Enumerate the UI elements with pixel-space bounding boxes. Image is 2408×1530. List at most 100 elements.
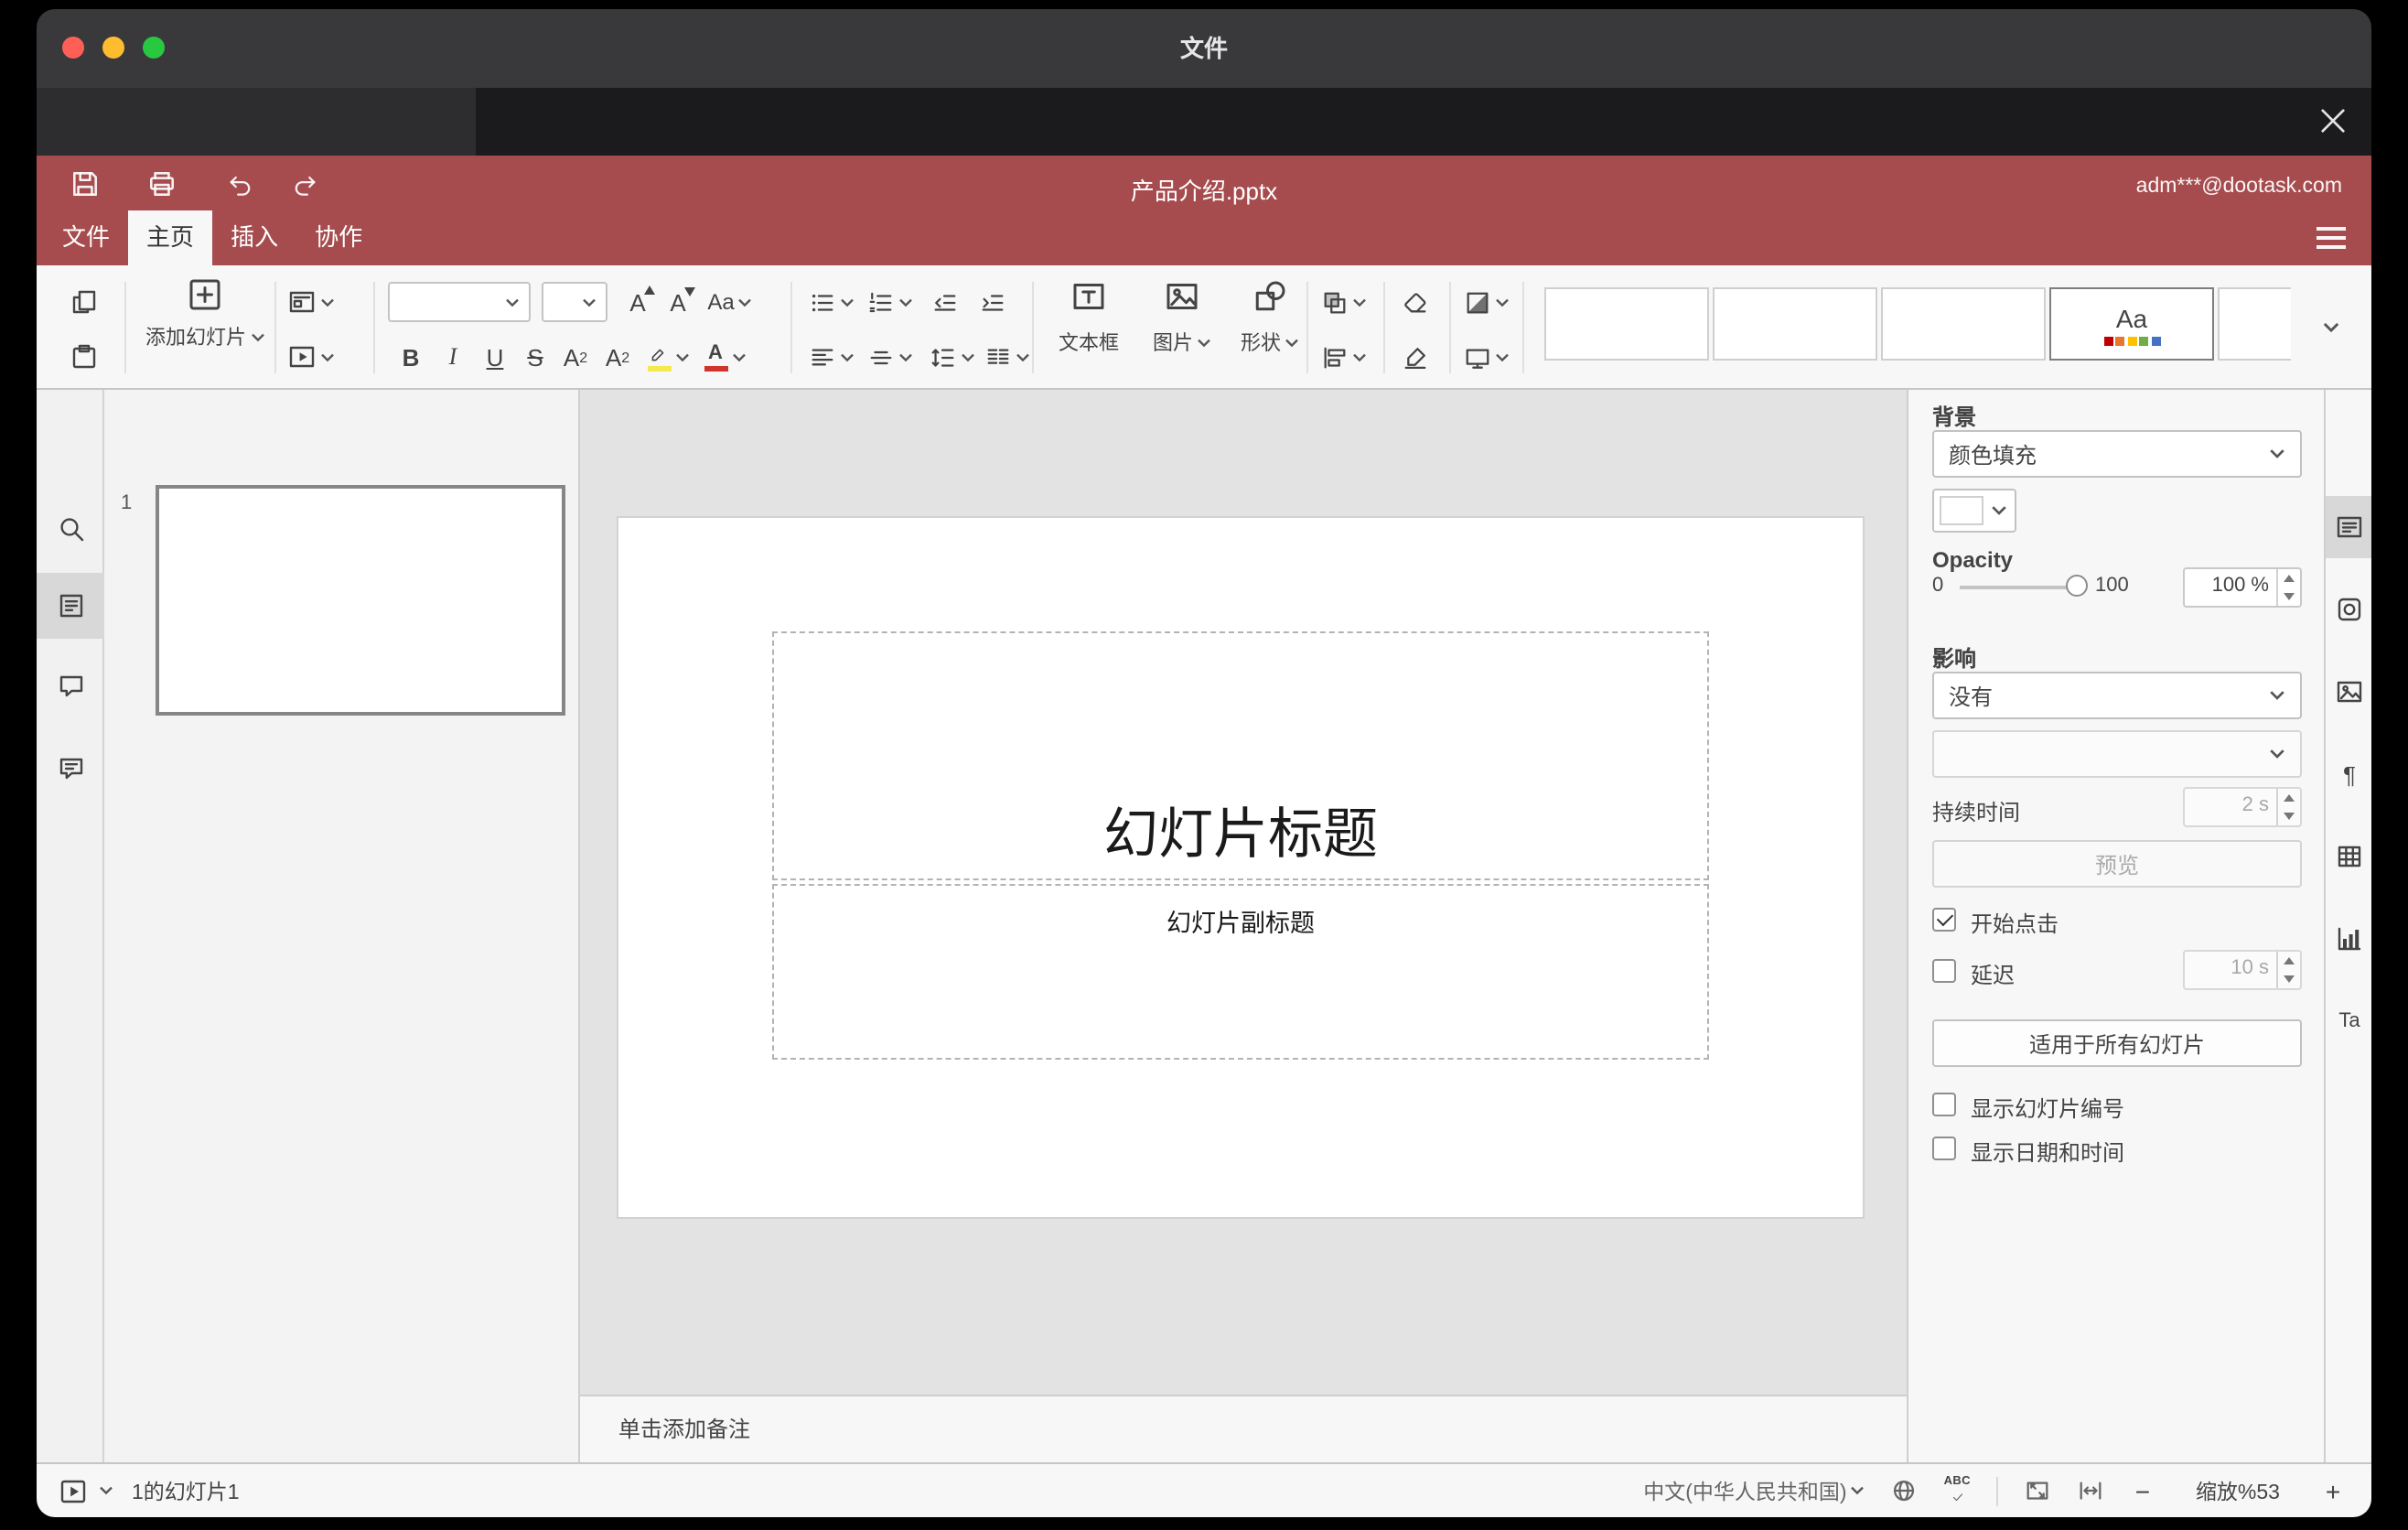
tab-file[interactable]: 文件 [44, 210, 128, 265]
clear-style-button[interactable] [1394, 282, 1435, 322]
zoom-in-button[interactable]: + [2320, 1476, 2346, 1505]
set-language-icon[interactable] [1891, 1477, 1919, 1504]
notes-placeholder: 单击添加备注 [618, 1417, 751, 1442]
underline-button[interactable]: U [476, 337, 514, 377]
theme-palette [2103, 336, 2160, 345]
theme-thumbnail-selected[interactable]: Aa [2049, 287, 2214, 361]
tab-insert[interactable]: 插入 [212, 210, 296, 265]
fit-to-width-icon[interactable] [2077, 1477, 2104, 1504]
theme-thumbnail[interactable] [2218, 287, 2291, 361]
statusbar-divider [1995, 1476, 1998, 1505]
font-color-button[interactable]: A [699, 337, 750, 377]
highlight-color-button[interactable] [642, 337, 693, 377]
window-title: 文件 [1179, 35, 1228, 62]
slide-number-label: 1 [121, 492, 133, 514]
text-art-settings-icon[interactable]: Ta [2326, 990, 2371, 1052]
columns-button[interactable] [981, 337, 1032, 377]
hamburger-menu-icon[interactable] [2317, 227, 2346, 249]
fit-to-slide-icon[interactable] [2024, 1477, 2051, 1504]
delay-checkbox[interactable] [1932, 959, 1956, 983]
subtitle-placeholder[interactable]: 幻灯片副标题 [772, 884, 1709, 1060]
slide-settings-panel: 背景 颜色填充 Opacity 0 100 100 % 影响 没有 持续时间 2… [1907, 390, 2324, 1462]
change-case-button[interactable]: Aa [699, 282, 761, 322]
image-settings-icon[interactable] [2326, 661, 2371, 723]
chat-icon[interactable] [37, 736, 104, 802]
opacity-min-label: 0 [1932, 575, 1944, 597]
zoom-out-button[interactable]: − [2130, 1476, 2155, 1505]
notes-area[interactable]: 单击添加备注 [580, 1395, 1907, 1462]
slide-thumbnails-panel: 1 [104, 390, 580, 1462]
vertical-align-button[interactable] [864, 337, 915, 377]
theme-thumbnail[interactable] [1713, 287, 1877, 361]
bold-button[interactable]: B [392, 337, 430, 377]
theme-thumbnail[interactable] [1544, 287, 1709, 361]
opacity-value-spinner[interactable]: 100 % [2183, 567, 2302, 608]
opacity-slider-knob[interactable] [2066, 575, 2088, 597]
horizontal-align-button[interactable] [805, 337, 856, 377]
transition-effect-select[interactable]: 没有 [1932, 672, 2302, 719]
theme-thumbnail[interactable] [1881, 287, 2046, 361]
language-selector[interactable]: 中文(中华人民共和国) [1643, 1476, 1865, 1505]
spellcheck-icon[interactable]: ABC [1944, 1476, 1971, 1504]
show-date-time-checkbox[interactable] [1932, 1137, 1956, 1160]
close-icon[interactable] [2317, 104, 2349, 137]
background-fill-select[interactable]: 颜色填充 [1932, 430, 2302, 478]
app-dark-strip [37, 88, 2371, 156]
decrease-indent-button[interactable] [926, 282, 962, 322]
slide-settings-icon[interactable] [2326, 496, 2371, 558]
spin-down-icon[interactable] [2278, 587, 2300, 606]
align-shapes-button[interactable] [1317, 337, 1369, 377]
numbered-list-button[interactable] [864, 282, 915, 322]
apply-to-all-slides-button[interactable]: 适用于所有幻灯片 [1932, 1019, 2302, 1067]
opacity-label: Opacity [1932, 547, 2014, 573]
tab-home[interactable]: 主页 [128, 210, 213, 265]
duration-spinner: 2 s [2183, 787, 2302, 827]
line-spacing-button[interactable] [926, 337, 977, 377]
paste-icon[interactable] [62, 337, 106, 377]
font-size-combo[interactable] [542, 282, 607, 322]
font-name-combo[interactable] [388, 282, 531, 322]
search-icon[interactable] [37, 496, 104, 562]
slide-editor: 幻灯片标题 幻灯片副标题 单击添加备注 [580, 390, 1907, 1462]
theme-gallery-expand-icon[interactable] [2311, 309, 2348, 346]
slide-thumbnail-1[interactable] [156, 485, 565, 716]
insert-shape-button[interactable]: 形状 [1230, 278, 1310, 381]
strikethrough-button[interactable]: S [516, 337, 554, 377]
arrange-shapes-button[interactable] [1317, 282, 1369, 322]
start-slideshow-status-icon[interactable] [59, 1476, 88, 1505]
copy-style-button[interactable] [1394, 337, 1435, 377]
comments-icon[interactable] [37, 653, 104, 719]
start-slideshow-button[interactable] [285, 337, 337, 377]
slides-panel-icon[interactable] [37, 573, 104, 639]
insert-textbox-button[interactable]: 文本框 [1047, 278, 1131, 381]
bullet-list-button[interactable] [805, 282, 856, 322]
increase-indent-button[interactable] [973, 282, 1010, 322]
start-on-click-label: 开始点击 [1971, 911, 2059, 937]
add-slide-button[interactable]: 添加幻灯片 [143, 276, 267, 381]
editor-header: 产品介绍.pptx adm***@dootask.com 文件 主页 插入 协作 [37, 156, 2371, 265]
chart-settings-icon[interactable] [2326, 908, 2371, 970]
left-icon-rail [37, 390, 104, 1462]
add-slide-label: 添加幻灯片 [145, 328, 246, 350]
subscript-button[interactable]: A2 [598, 337, 637, 377]
slide-layout-button[interactable] [285, 282, 337, 322]
decrease-font-button[interactable]: A [659, 282, 697, 322]
table-settings-icon[interactable] [2326, 825, 2371, 888]
superscript-button[interactable]: A2 [556, 337, 595, 377]
spin-up-icon[interactable] [2278, 569, 2300, 587]
shape-settings-icon[interactable] [2326, 578, 2371, 641]
slide-canvas[interactable]: 幻灯片标题 幻灯片副标题 [618, 518, 1863, 1217]
show-slide-number-checkbox[interactable] [1932, 1093, 1956, 1116]
insert-image-button[interactable]: 图片 [1142, 278, 1222, 381]
tab-collaboration[interactable]: 协作 [296, 210, 381, 265]
copy-icon[interactable] [62, 282, 106, 322]
increase-font-button[interactable]: A [618, 282, 657, 322]
slide-size-button[interactable] [1460, 337, 1511, 377]
title-placeholder[interactable]: 幻灯片标题 [772, 631, 1709, 880]
paragraph-settings-icon[interactable]: ¶ [2326, 743, 2371, 805]
italic-button[interactable]: I [434, 337, 472, 377]
background-color-swatch[interactable] [1932, 489, 2016, 533]
color-scheme-button[interactable] [1460, 282, 1511, 322]
start-on-click-checkbox[interactable] [1932, 908, 1956, 932]
opacity-slider-track[interactable] [1960, 586, 2077, 589]
